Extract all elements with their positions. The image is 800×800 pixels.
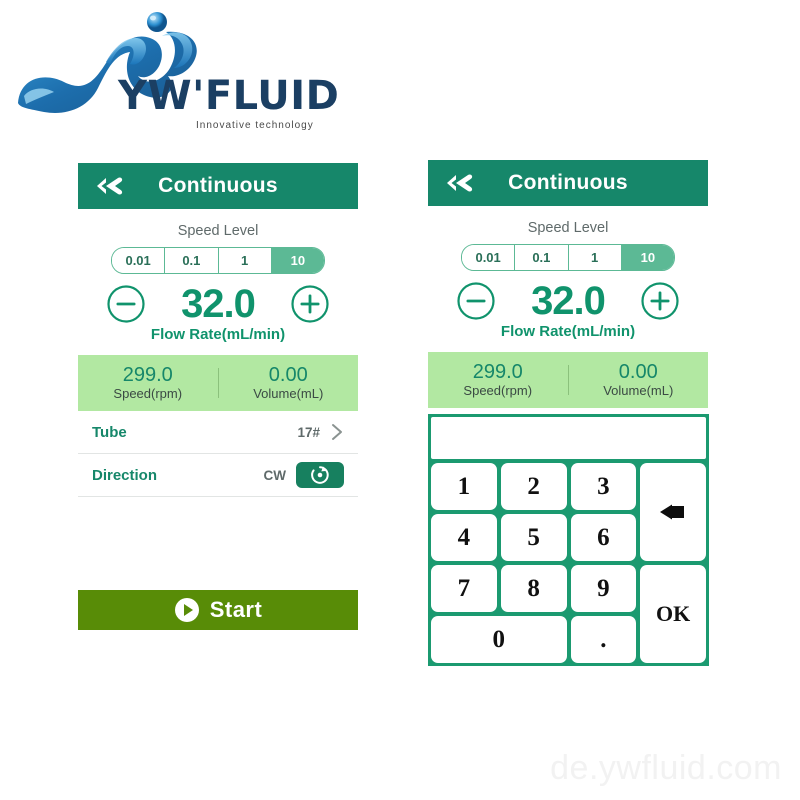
key-decimal[interactable]: . xyxy=(570,616,637,663)
key-5[interactable]: 5 xyxy=(500,514,567,561)
direction-toggle-button[interactable] xyxy=(296,462,344,488)
stat-speed-label-right: Speed(rpm) xyxy=(463,383,533,399)
key-7[interactable]: 7 xyxy=(431,565,497,612)
start-button-label: Start xyxy=(209,597,263,622)
key-ok[interactable]: OK xyxy=(640,565,706,663)
speed-level-segmented-control-left[interactable]: 0.01 0.1 1 10 xyxy=(111,247,325,274)
panel-left-spacer xyxy=(78,497,358,590)
flow-rate-unit-label-right: Flow Rate(mL/min) xyxy=(500,323,636,340)
speed-level-option-0.01-right[interactable]: 0.01 xyxy=(462,245,516,270)
key-8[interactable]: 8 xyxy=(500,565,567,612)
direction-row[interactable]: Direction CW xyxy=(78,454,358,497)
plus-circle-icon[interactable] xyxy=(640,281,680,321)
stat-speed-left: 299.0 Speed(rpm) xyxy=(78,364,218,402)
speed-level-option-1-right[interactable]: 1 xyxy=(568,245,622,270)
speed-level-label-left: Speed Level xyxy=(177,223,259,239)
key-9[interactable]: 9 xyxy=(570,565,637,612)
keypad-grid: 1 2 3 4 5 6 7 8 9 OK 0 . xyxy=(431,463,706,663)
flow-rate-value-left: 32.0 xyxy=(181,282,256,326)
numeric-keypad: 1 2 3 4 5 6 7 8 9 OK 0 . xyxy=(428,414,709,666)
start-button[interactable]: Start xyxy=(78,590,358,630)
speed-level-segmented-control-right[interactable]: 0.01 0.1 1 10 xyxy=(461,244,675,271)
stat-volume-value-right: 0.00 xyxy=(618,361,658,384)
double-chevron-back-icon[interactable] xyxy=(443,172,477,194)
tube-row[interactable]: Tube 17# xyxy=(78,411,358,454)
stat-volume-label-right: Volume(mL) xyxy=(603,383,674,399)
tube-row-label: Tube xyxy=(92,423,127,441)
stat-volume-value-left: 0.00 xyxy=(268,364,308,387)
logo-wordmark: YW'FLUID xyxy=(118,73,340,119)
double-chevron-back-icon[interactable] xyxy=(93,175,127,197)
direction-row-value: CW xyxy=(263,467,287,483)
key-4[interactable]: 4 xyxy=(431,514,497,561)
site-watermark: de.ywfluid.com xyxy=(550,749,782,787)
keypad-input-display[interactable] xyxy=(431,417,706,459)
logo-tagline: Innovative technology xyxy=(196,120,314,131)
stats-bar-right: 299.0 Speed(rpm) 0.00 Volume(mL) xyxy=(428,352,708,408)
speed-level-option-0.1-right[interactable]: 0.1 xyxy=(515,245,569,270)
direction-row-label: Direction xyxy=(92,466,158,484)
stat-volume-left: 0.00 Volume(mL) xyxy=(219,364,359,402)
device-screen-left: Continuous Speed Level 0.01 0.1 1 10 32.… xyxy=(78,163,358,630)
tube-row-value: 17# xyxy=(297,424,320,440)
speed-level-option-0.1-left[interactable]: 0.1 xyxy=(165,248,219,273)
key-backspace[interactable] xyxy=(640,463,706,561)
speed-level-option-10-right[interactable]: 10 xyxy=(621,245,674,270)
flow-rate-unit-label-left: Flow Rate(mL/min) xyxy=(150,326,286,343)
stat-speed-right: 299.0 Speed(rpm) xyxy=(428,361,568,399)
backspace-left-arrow-icon xyxy=(660,504,685,520)
speed-level-label-right: Speed Level xyxy=(527,220,609,236)
stat-speed-label-left: Speed(rpm) xyxy=(113,386,183,402)
key-1[interactable]: 1 xyxy=(431,463,497,510)
speed-level-option-1-left[interactable]: 1 xyxy=(218,248,272,273)
panel-left-header: Continuous xyxy=(78,163,358,209)
minus-circle-icon[interactable] xyxy=(456,281,496,321)
key-2[interactable]: 2 xyxy=(500,463,567,510)
stats-bar-left: 299.0 Speed(rpm) 0.00 Volume(mL) xyxy=(78,355,358,411)
speed-level-option-0.01-left[interactable]: 0.01 xyxy=(112,248,166,273)
flow-rate-row-right: 32.0 xyxy=(428,281,708,321)
play-circle-icon xyxy=(174,598,199,622)
stat-speed-value-right: 299.0 xyxy=(472,361,523,384)
flow-rate-row-left: 32.0 xyxy=(78,284,358,324)
stat-volume-right: 0.00 Volume(mL) xyxy=(569,361,709,399)
speed-level-option-10-left[interactable]: 10 xyxy=(271,248,324,273)
chevron-right-icon[interactable] xyxy=(330,423,344,441)
minus-circle-icon[interactable] xyxy=(106,284,146,324)
key-6[interactable]: 6 xyxy=(570,514,637,561)
key-3[interactable]: 3 xyxy=(570,463,637,510)
stat-volume-label-left: Volume(mL) xyxy=(253,386,324,402)
flow-rate-value-right: 32.0 xyxy=(531,279,606,323)
rotate-clockwise-icon xyxy=(311,466,329,484)
plus-circle-icon[interactable] xyxy=(290,284,330,324)
panel-right-header: Continuous xyxy=(428,160,708,206)
stat-speed-value-left: 299.0 xyxy=(122,364,173,387)
brand-logo: YW'FLUID Innovative technology xyxy=(10,8,350,133)
key-0[interactable]: 0 xyxy=(431,616,567,663)
